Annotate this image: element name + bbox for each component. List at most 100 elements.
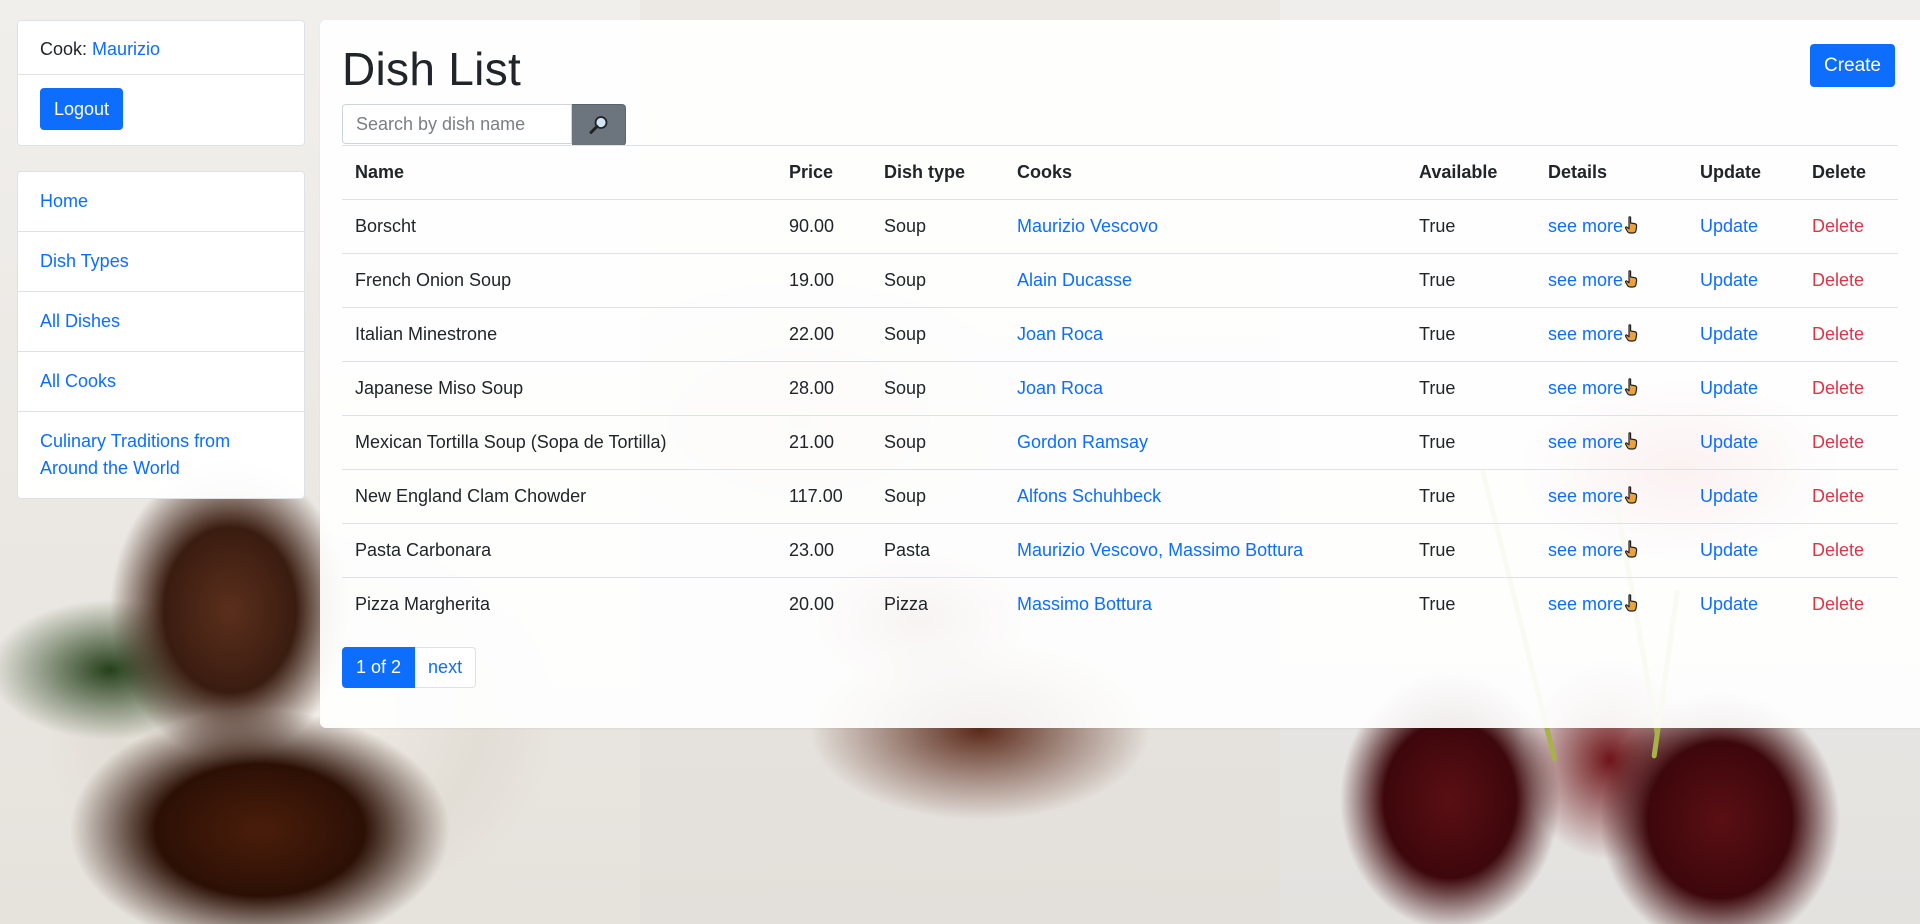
delete-link[interactable]: Delete bbox=[1812, 270, 1864, 290]
dish-price: 22.00 bbox=[776, 307, 871, 362]
dish-cooks: Massimo Bottura bbox=[1004, 578, 1406, 632]
see-more-label: see more bbox=[1548, 594, 1624, 614]
dish-update: Update bbox=[1687, 253, 1799, 308]
see-more-link[interactable]: see more bbox=[1548, 486, 1638, 506]
delete-link[interactable]: Delete bbox=[1812, 324, 1864, 344]
sidebar-item-all-cooks[interactable]: All Cooks bbox=[18, 352, 304, 412]
table-row: Italian Minestrone 22.00 Soup Joan Roca True… bbox=[342, 307, 1898, 362]
pointing-hand-icon bbox=[1624, 594, 1638, 612]
update-link[interactable]: Update bbox=[1700, 594, 1758, 614]
sidebar-item-all-dishes[interactable]: All Dishes bbox=[18, 292, 304, 352]
search-form bbox=[342, 104, 626, 146]
column-header-update: Update bbox=[1687, 145, 1799, 200]
user-card: Cook: Maurizio Logout bbox=[17, 20, 305, 146]
dish-available: True bbox=[1406, 523, 1535, 578]
see-more-label: see more bbox=[1548, 378, 1624, 398]
dish-cooks: Maurizio Vescovo, Massimo Bottura bbox=[1004, 523, 1406, 578]
see-more-link[interactable]: see more bbox=[1548, 540, 1638, 560]
see-more-link[interactable]: see more bbox=[1548, 432, 1638, 452]
column-header-name: Name bbox=[342, 145, 776, 200]
dish-name: Pizza Margherita bbox=[355, 594, 491, 614]
cook-link[interactable]: Joan Roca bbox=[1017, 378, 1103, 398]
delete-link[interactable]: Delete bbox=[1812, 594, 1864, 614]
magnifier-icon bbox=[589, 116, 607, 134]
sidebar-item-culinary-traditions[interactable]: Culinary Traditions from Around the Worl… bbox=[18, 412, 304, 498]
dish-available: True bbox=[1419, 594, 1456, 614]
see-more-link[interactable]: see more bbox=[1548, 216, 1638, 236]
create-button[interactable]: Create bbox=[1809, 44, 1895, 87]
delete-link[interactable]: Delete bbox=[1812, 216, 1864, 236]
update-link[interactable]: Update bbox=[1700, 540, 1758, 560]
cook-link[interactable]: Joan Roca bbox=[1017, 324, 1103, 344]
dish-type: Soup bbox=[871, 253, 1004, 308]
dish-delete: Delete bbox=[1799, 361, 1898, 416]
dish-delete: Delete bbox=[1799, 523, 1898, 578]
see-more-link[interactable]: see more bbox=[1548, 378, 1638, 398]
dish-details: see more bbox=[1535, 253, 1687, 308]
sidebar-nav: Home Dish Types All Dishes All Cooks Cul… bbox=[17, 171, 305, 499]
dish-delete: Delete bbox=[1799, 469, 1898, 524]
update-link[interactable]: Update bbox=[1700, 486, 1758, 506]
pointing-hand-icon bbox=[1624, 378, 1638, 396]
cook-link[interactable]: Alfons Schuhbeck bbox=[1017, 486, 1161, 506]
search-input[interactable] bbox=[342, 104, 572, 144]
cook-name-link[interactable]: Maurizio bbox=[92, 39, 160, 59]
see-more-link[interactable]: see more bbox=[1548, 594, 1638, 614]
search-button[interactable] bbox=[572, 104, 626, 146]
table-header-row: Name Price Dish type Cooks Available Det… bbox=[342, 145, 1898, 200]
update-link[interactable]: Update bbox=[1700, 216, 1758, 236]
dish-name: Japanese Miso Soup bbox=[342, 361, 776, 416]
dish-delete: Delete bbox=[1799, 578, 1898, 632]
table-row: Japanese Miso Soup 28.00 Soup Joan Roca True… bbox=[342, 361, 1898, 416]
update-link[interactable]: Update bbox=[1700, 378, 1758, 398]
dish-price: 90.00 bbox=[776, 199, 871, 254]
dish-type: Soup bbox=[871, 307, 1004, 362]
cook-link[interactable]: Alain Ducasse bbox=[1017, 270, 1132, 290]
dish-details: see more bbox=[1535, 307, 1687, 362]
pointing-hand-icon bbox=[1624, 486, 1638, 504]
column-header-delete: Delete bbox=[1799, 145, 1898, 200]
pointing-hand-icon bbox=[1624, 540, 1638, 558]
dish-cooks: Alfons Schuhbeck bbox=[1004, 469, 1406, 524]
cook-link[interactable]: Maurizio Vescovo, Massimo Bottura bbox=[1017, 540, 1303, 560]
column-header-dish-type: Dish type bbox=[871, 145, 1004, 200]
dish-available: True bbox=[1406, 361, 1535, 416]
dish-type: Pasta bbox=[871, 523, 1004, 578]
pointing-hand-icon bbox=[1624, 432, 1638, 450]
sidebar-item-dish-types[interactable]: Dish Types bbox=[18, 232, 304, 292]
table-row: Borscht 90.00 Soup Maurizio Vescovo True see … bbox=[342, 199, 1898, 254]
delete-link[interactable]: Delete bbox=[1812, 378, 1864, 398]
dish-update: Update bbox=[1687, 469, 1799, 524]
table-row: Pizza Margherita 20.00 Pizza Massimo Bottur… bbox=[342, 578, 1898, 632]
see-more-link[interactable]: see more bbox=[1548, 270, 1638, 290]
see-more-link[interactable]: see more bbox=[1548, 324, 1638, 344]
dish-cooks: Maurizio Vescovo bbox=[1004, 199, 1406, 254]
update-link[interactable]: Update bbox=[1700, 324, 1758, 344]
cook-link[interactable]: Gordon Ramsay bbox=[1017, 432, 1148, 452]
dish-price: 117.00 bbox=[776, 469, 871, 524]
cook-label: Cook: bbox=[40, 39, 88, 59]
dish-available: True bbox=[1406, 415, 1535, 470]
see-more-label: see more bbox=[1548, 270, 1624, 290]
logout-button[interactable]: Logout bbox=[40, 88, 124, 130]
table-row: French Onion Soup 19.00 Soup Alain Ducasse T… bbox=[342, 253, 1898, 308]
dish-delete: Delete bbox=[1799, 415, 1898, 470]
table-row: Pasta Carbonara 23.00 Pasta Maurizio Vescov… bbox=[342, 523, 1898, 578]
page-title: Dish List bbox=[342, 43, 522, 95]
sidebar-item-home[interactable]: Home bbox=[18, 172, 304, 232]
see-more-label: see more bbox=[1548, 540, 1624, 560]
cook-link[interactable]: Maurizio Vescovo bbox=[1017, 216, 1158, 236]
column-header-details: Details bbox=[1535, 145, 1687, 200]
dish-type: Soup bbox=[871, 415, 1004, 470]
dish-details: see more bbox=[1535, 469, 1687, 524]
cook-link[interactable]: Massimo Bottura bbox=[1017, 594, 1152, 614]
pagination: 1 of 2 next bbox=[342, 647, 477, 688]
update-link[interactable]: Update bbox=[1700, 270, 1758, 290]
dish-price: 28.00 bbox=[776, 361, 871, 416]
next-page-link[interactable]: next bbox=[415, 647, 477, 688]
delete-link[interactable]: Delete bbox=[1812, 432, 1864, 452]
update-link[interactable]: Update bbox=[1700, 432, 1758, 452]
delete-link[interactable]: Delete bbox=[1812, 486, 1864, 506]
delete-link[interactable]: Delete bbox=[1812, 540, 1864, 560]
dish-name: Mexican Tortilla Soup (Sopa de Tortilla) bbox=[342, 415, 776, 470]
